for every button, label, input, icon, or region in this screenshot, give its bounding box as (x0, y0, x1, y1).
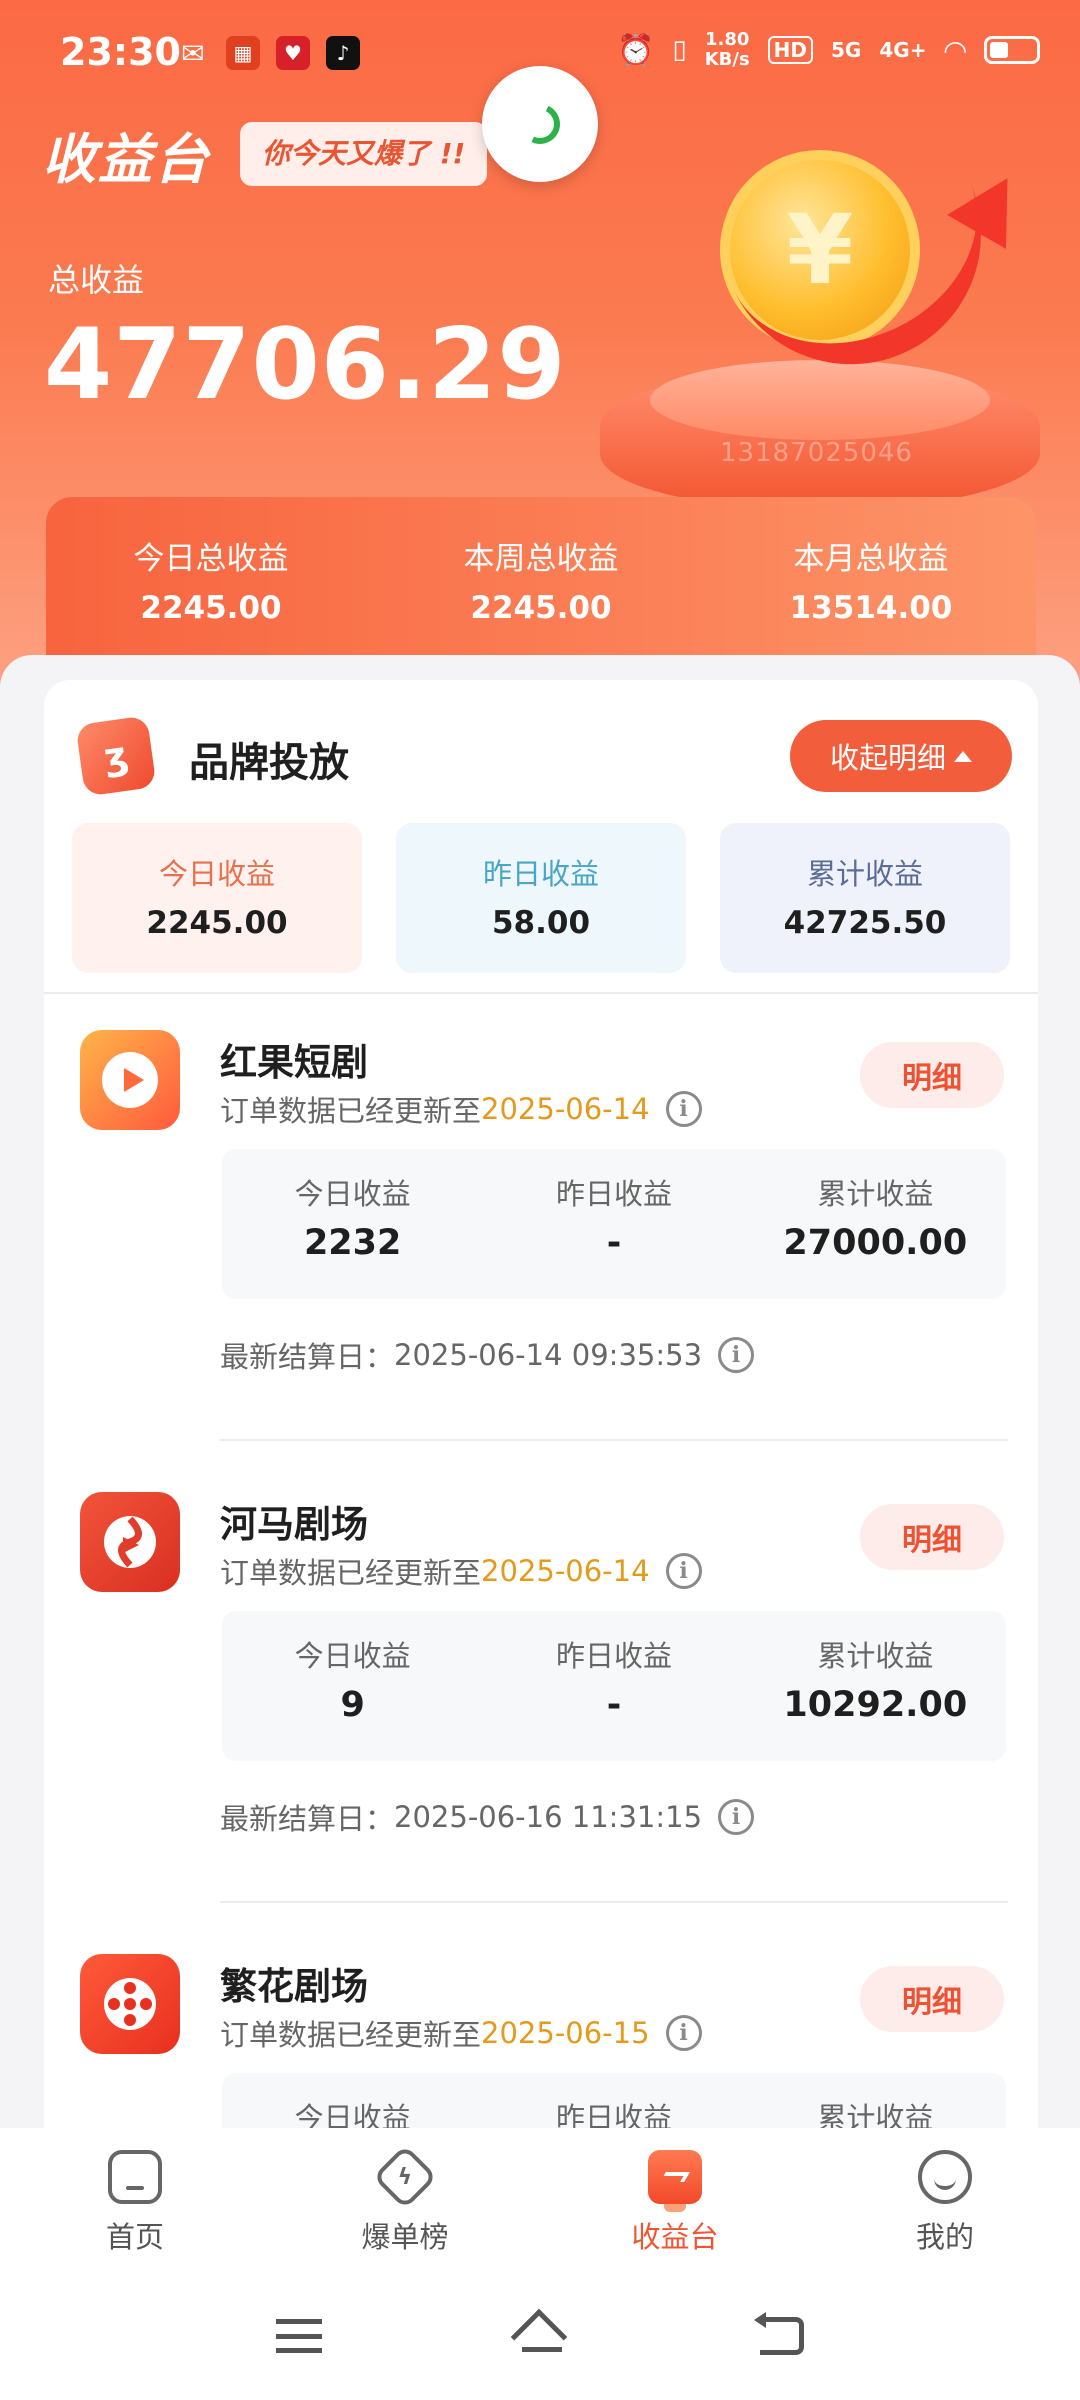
swirl-icon (104, 1516, 156, 1568)
play-icon (102, 1052, 158, 1108)
platform-item: 繁花剧场 订单数据已经更新至 2025-06-15 i 明细 今日收益 昨日收益 … (44, 1918, 1038, 2130)
heart-app-icon: ♥ (276, 36, 310, 70)
slogan-badge: 你今天又爆了 !! (240, 122, 488, 186)
period-today: 今日总收益 2245.00 (133, 541, 289, 626)
earnings-header: 23:30 ✉ ▦ ♥ ♪ ⏰ ▯ 1.80 KB/s HD 5G 4G+ ◠ … (0, 0, 1080, 700)
back-icon[interactable] (754, 2312, 804, 2355)
content-sheet[interactable]: ʒ 品牌投放 收起明细 今日收益 2245.00 昨日收益 58.00 累计收益… (0, 655, 1080, 2130)
platform-name: 河马剧场 (220, 1503, 368, 1546)
watermark: 13187025046 (720, 438, 913, 468)
hema-theater-icon (80, 1492, 180, 1592)
divider (220, 1901, 1008, 1903)
tab-earnings[interactable]: 收益台 (540, 2128, 810, 2273)
brand-section-title: 品牌投放 (189, 740, 349, 786)
settlement-info: 最新结算日： 2025-06-14 09:35:53 i (220, 1334, 755, 1376)
detail-button[interactable]: 明细 (860, 1966, 1004, 2032)
stat-yesterday: 昨日收益 - (555, 1177, 672, 1263)
signal-4g: 4G+ (879, 38, 927, 62)
platform-item: 河马剧场 订单数据已经更新至 2025-06-14 i 明细 今日收益 9 昨日收益… (44, 1456, 1038, 1918)
platform-stats: 今日收益 9 昨日收益 - 累计收益 10292.00 (222, 1611, 1006, 1761)
info-icon[interactable]: i (718, 1799, 755, 1835)
pedestal-top-shape (650, 360, 990, 440)
notification-icons: ✉ ▦ ♥ ♪ (176, 36, 360, 70)
update-info: 订单数据已经更新至 2025-06-14 i (220, 1550, 702, 1592)
coin-illustration: ¥ 13187025046 (580, 120, 1050, 510)
caret-up-icon (954, 750, 972, 762)
summary-cumulative: 累计收益 42725.50 (720, 823, 1010, 973)
hd-badge: HD (767, 36, 814, 64)
wifi-icon: ◠ (944, 33, 966, 67)
status-indicators: ⏰ ▯ 1.80 KB/s HD 5G 4G+ ◠ (617, 30, 1040, 70)
stat-today: 今日收益 2232 (294, 1177, 411, 1263)
info-icon[interactable]: i (718, 1337, 755, 1373)
info-icon[interactable]: i (665, 2015, 702, 2051)
stat-yesterday: 昨日收益 - (555, 1639, 672, 1725)
brand-summary: 今日收益 2245.00 昨日收益 58.00 累计收益 42725.50 (72, 823, 1010, 973)
battery-icon (984, 36, 1040, 64)
stat-cumulative: 累计收益 (817, 2101, 934, 2130)
settlement-info: 最新结算日： 2025-06-16 11:31:15 i (220, 1796, 755, 1838)
detail-button[interactable]: 明细 (860, 1042, 1004, 1108)
brand-section-header: ʒ 品牌投放 收起明细 (44, 680, 1038, 810)
brand-panel: ʒ 品牌投放 收起明细 今日收益 2245.00 昨日收益 58.00 累计收益… (44, 680, 1038, 2130)
earnings-icon (648, 2150, 702, 2212)
vibrate-icon: ▯ (672, 35, 687, 65)
platform-name: 红果短剧 (220, 1041, 368, 1084)
lightning-icon: ϟ (372, 2144, 438, 2210)
home-nav-icon[interactable] (510, 2308, 568, 2366)
period-week: 本周总收益 2245.00 (463, 541, 619, 626)
platform-name: 繁花剧场 (220, 1965, 368, 2008)
spinner-ring-icon (514, 98, 566, 150)
info-icon[interactable]: i (665, 1553, 702, 1589)
total-earnings-value: 47706.29 (44, 308, 567, 422)
summary-today: 今日收益 2245.00 (72, 823, 362, 973)
period-month: 本月总收益 13514.00 (789, 541, 953, 626)
menu-icon[interactable] (276, 2319, 322, 2353)
signal-5g: 5G (831, 38, 862, 62)
platform-stats: 今日收益 昨日收益 累计收益 (222, 2073, 1006, 2130)
tab-home[interactable]: 首页 (0, 2128, 270, 2273)
fanhua-theater-icon (80, 1954, 180, 2054)
tab-profile[interactable]: 我的 (810, 2128, 1080, 2273)
bottom-tab-bar: 首页 ϟ 爆单榜 收益台 我的 (0, 2128, 1080, 2273)
hongguo-play-icon (80, 1030, 180, 1130)
wechat-icon: ✉ (181, 36, 205, 70)
period-summary-card: 今日总收益 2245.00 本周总收益 2245.00 本月总收益 13514.… (46, 497, 1036, 667)
system-navigation-bar (0, 2273, 1080, 2400)
profile-icon (918, 2150, 972, 2204)
page-title: 收益台 (42, 128, 210, 191)
stat-cumulative: 累计收益 27000.00 (783, 1177, 968, 1263)
platform-stats: 今日收益 2232 昨日收益 - 累计收益 27000.00 (222, 1149, 1006, 1299)
stat-yesterday: 昨日收益 (555, 2101, 672, 2130)
status-time: 23:30 (60, 30, 181, 74)
platform-item: 红果短剧 订单数据已经更新至 2025-06-14 i 明细 今日收益 2232 昨… (44, 994, 1038, 1456)
stat-today: 今日收益 (294, 2101, 411, 2130)
tab-ranking[interactable]: ϟ 爆单榜 (270, 2128, 540, 2273)
film-reel-icon (104, 1978, 156, 2030)
detail-button[interactable]: 明细 (860, 1504, 1004, 1570)
info-icon[interactable]: i (665, 1091, 702, 1127)
network-speed: 1.80 KB/s (704, 29, 750, 70)
update-info: 订单数据已经更新至 2025-06-15 i (220, 2012, 702, 2054)
stat-cumulative: 累计收益 10292.00 (783, 1639, 968, 1725)
alarm-icon: ⏰ (617, 32, 655, 68)
summary-yesterday: 昨日收益 58.00 (396, 823, 686, 973)
total-earnings-label: 总收益 (48, 261, 145, 299)
app-notification-icon: ▦ (226, 36, 260, 70)
home-icon (108, 2150, 162, 2204)
update-info: 订单数据已经更新至 2025-06-14 i (220, 1088, 702, 1130)
stat-today: 今日收益 9 (294, 1639, 411, 1725)
divider (220, 1439, 1008, 1441)
tiktok-icon: ♪ (326, 36, 360, 70)
collapse-details-button[interactable]: 收起明细 (790, 720, 1012, 792)
brand-logo-icon: ʒ (75, 715, 157, 797)
